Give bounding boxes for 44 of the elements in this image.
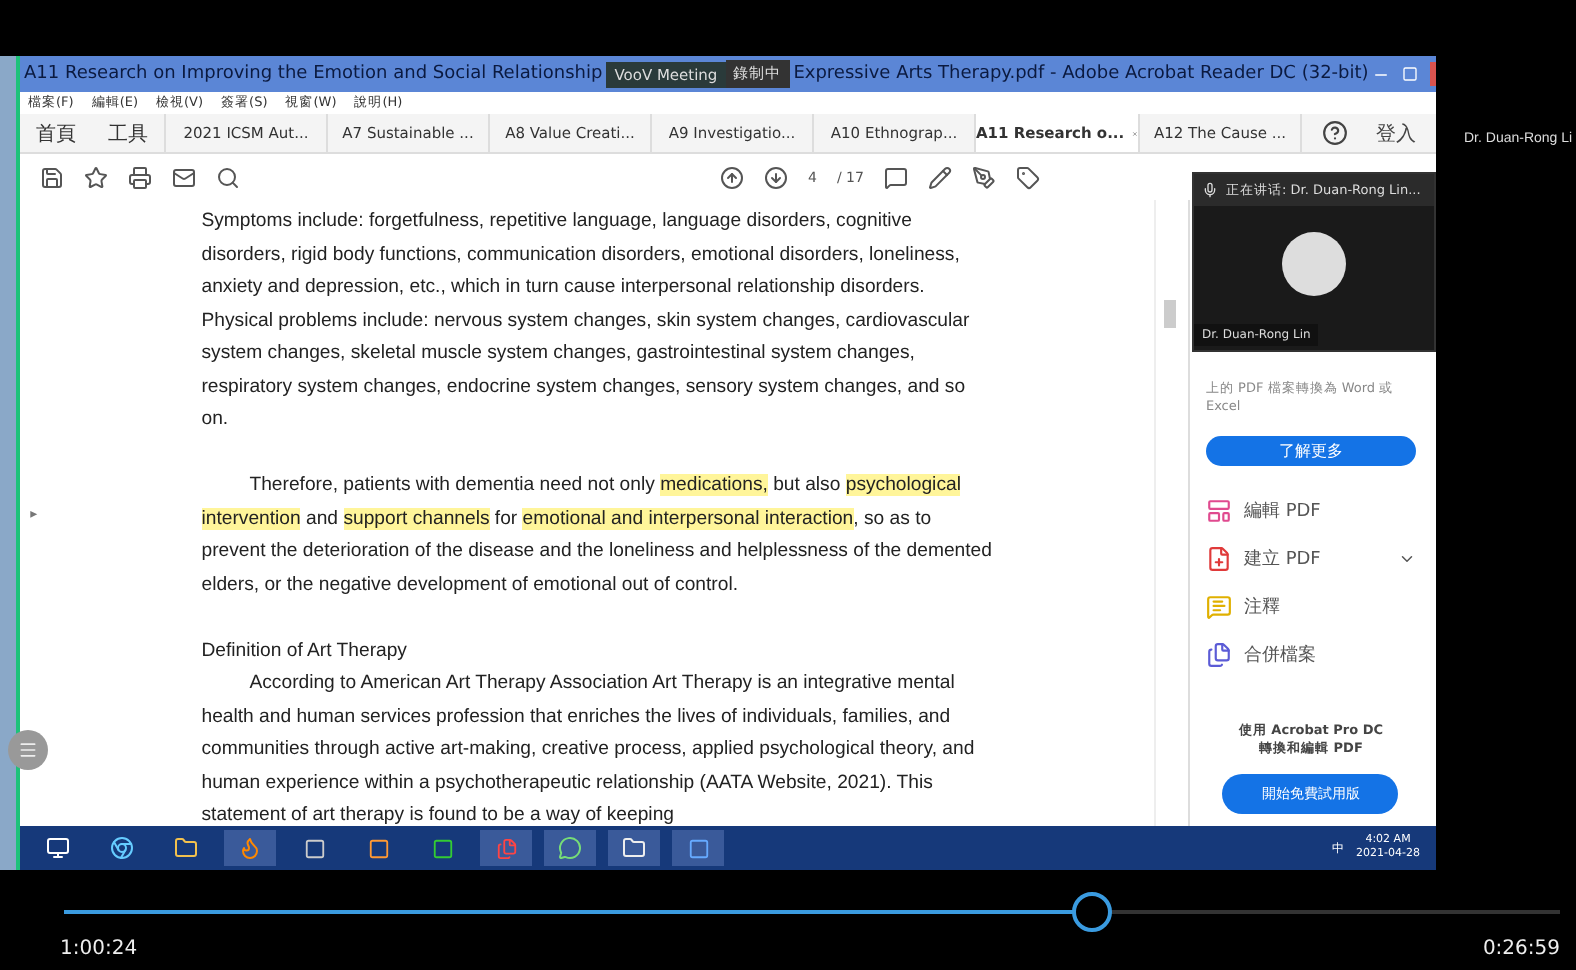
- star-icon: [84, 165, 108, 189]
- mail-icon: [172, 165, 196, 189]
- help-icon: [1322, 120, 1348, 146]
- window-title: Expressive Arts Therapy.pdf - Adobe Acrobat Reader DC (32-bit): [791, 64, 1371, 84]
- nav-tab[interactable]: 工具: [92, 114, 164, 152]
- scroll-thumb[interactable]: [1164, 300, 1177, 328]
- nav-tab[interactable]: 首頁: [20, 114, 92, 152]
- maximize-icon: [1402, 66, 1419, 82]
- paragraph: According to American Art Therapy Association Art Therapy is an integrative mental health and human services profession that enriches the lives of individuals, families, and communities through active art-making, creative process, applied psychological theory, and human experience within a psychotherapeutic relationship (AATA Website, 2021). This statement of art therapy is found to be a way of keeping: [201, 670, 977, 826]
- comment-icon: [1205, 593, 1232, 619]
- comment-icon: [883, 165, 908, 189]
- window-title: A11 Research on Improving the Emotion and Social Relationship: [22, 64, 605, 84]
- arrow-down-icon: [764, 165, 788, 189]
- tool-item[interactable]: 注釋: [1205, 582, 1416, 630]
- tag-icon: [1015, 165, 1040, 189]
- menu-icon: [18, 740, 38, 760]
- mic-icon: [1202, 182, 1218, 198]
- elapsed-time: 1:00:24: [60, 938, 138, 960]
- tool-item[interactable]: 編輯 PDF: [1205, 486, 1416, 534]
- files-icon: [1205, 641, 1232, 667]
- print-icon: [128, 165, 152, 189]
- maximize-button[interactable]: [1402, 66, 1419, 82]
- paragraph: Therefore, patients with dementia need not only medications, but also psychological intervention and support channels for emotional and interpersonal interaction, so as to prevent the deterioration of the disease and the loneliness and helplessness of the demented elders, or the negative development of emotional out of control.: [201, 472, 994, 599]
- save-icon: [40, 165, 64, 189]
- pencil-icon: [927, 165, 952, 189]
- avatar: [1282, 232, 1346, 296]
- sign-in-link[interactable]: 登入: [1376, 119, 1416, 147]
- remaining-time: 0:26:59: [1482, 938, 1560, 960]
- tool-item[interactable]: 建立 PDF: [1205, 534, 1416, 582]
- section-heading: Definition of Art Therapy: [201, 637, 409, 665]
- paragraph: Symptoms include: forgetfulness, repetitive language, language disorders, cognitive disorders, rigid body functions, communication disorders, emotional disorders, loneliness, anxiety and depression, etc., which in turn cause interpersonal relationship disorders. Physical problems include: nervous system changes, skin system changes, cardiovascular system changes, skeletal muscle system changes, gastrointestinal system changes, respiratory system changes, endocrine system changes, sensory system changes, and so on.: [201, 208, 972, 434]
- menu-button[interactable]: [8, 730, 48, 770]
- search-icon: [216, 165, 240, 189]
- monitor-icon: [46, 836, 70, 860]
- file-plus-icon: [1205, 545, 1232, 571]
- pen-icon: [971, 165, 996, 189]
- layout-icon: [1205, 497, 1232, 523]
- folder-icon[interactable]: [608, 830, 660, 866]
- chat-icon[interactable]: [544, 830, 596, 866]
- progress-handle[interactable]: [1071, 892, 1112, 932]
- arrow-up-icon: [720, 165, 744, 189]
- flame-icon[interactable]: [224, 830, 276, 866]
- tool-item[interactable]: 合併檔案: [1205, 630, 1416, 678]
- learn-more-button[interactable]: 了解更多: [1205, 436, 1416, 466]
